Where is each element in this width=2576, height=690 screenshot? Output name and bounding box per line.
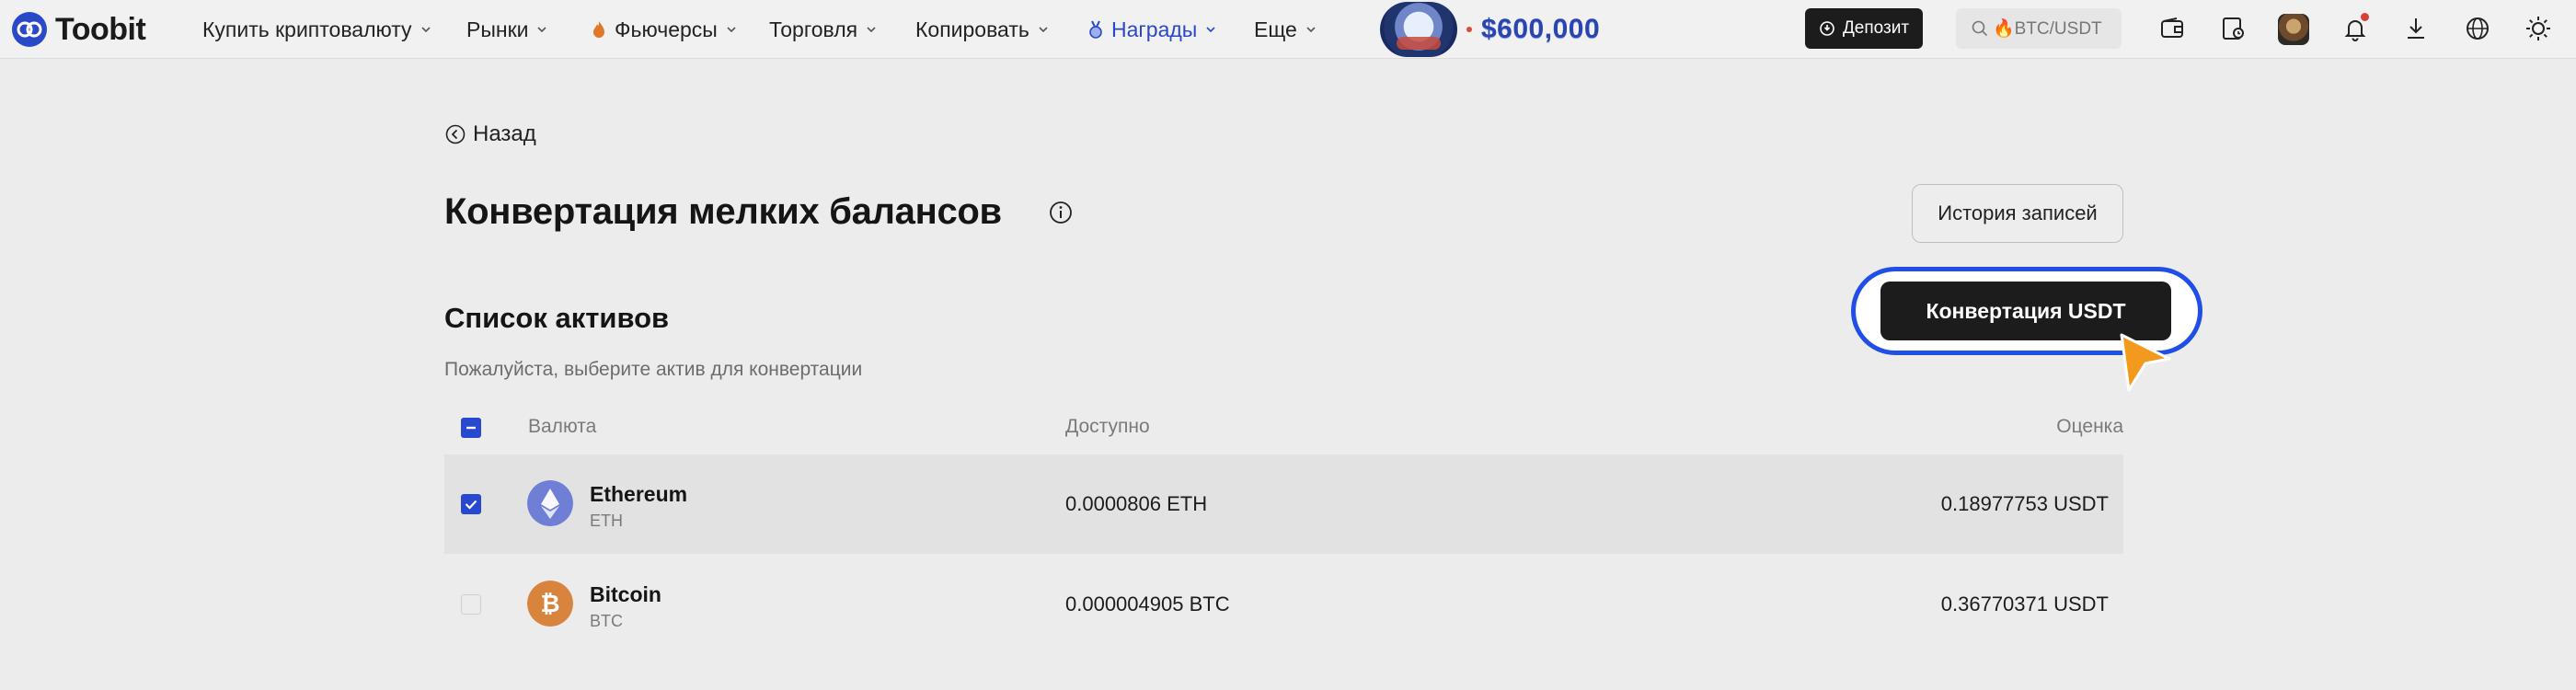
download-icon[interactable] [2400,13,2432,44]
table-row[interactable]: Ethereum ETH 0.0000806 ETH 0.18977753 US… [444,454,2123,554]
nav-copy[interactable]: Копировать [915,17,1050,42]
notification-dot [2361,13,2369,21]
history-records-button[interactable]: История записей [1912,184,2123,243]
avatar[interactable] [2278,14,2309,45]
coin-symbol: ETH [590,512,623,530]
bitcoin-icon: ₿ [527,581,573,627]
deposit-label: Депозит [1842,18,1910,38]
nav-rewards-label: Награды [1111,17,1198,41]
toobit-logo-icon [12,12,47,47]
medal-icon [1089,20,1102,39]
nav-copy-label: Копировать [915,17,1029,41]
nav-more-label: Еще [1254,17,1297,41]
nav-more[interactable]: Еще [1254,17,1317,42]
promo-mascot-image [1380,2,1457,57]
orders-icon[interactable] [2217,13,2248,44]
indeterminate-dash-icon [466,426,476,430]
checkmark-icon [465,500,477,510]
nav-markets-label: Рынки [466,17,529,41]
page-title: Конвертация мелких балансов [444,191,1002,232]
pointer-cursor-icon [2120,333,2171,392]
row-checkbox[interactable] [461,494,481,514]
svg-text:₿: ₿ [540,591,559,618]
deposit-icon [1820,21,1834,36]
convert-usdt-button[interactable]: Конвертация USDT [1880,282,2171,340]
search-placeholder: 🔥BTC/USDT [1993,19,2102,39]
chevron-down-icon [420,27,431,33]
coin-symbol: BTC [590,612,623,630]
search-icon [1972,20,1988,37]
futures-flame-icon [593,21,604,38]
coin-available: 0.000004905 BTC [1065,592,1230,615]
nav-futures[interactable]: Фьючерсы [589,17,738,42]
coin-name: Ethereum [590,482,688,506]
column-header-estimate: Оценка [2056,416,2123,437]
coin-estimate: 0.18977753 USDT [1940,492,2109,515]
row-checkbox[interactable] [461,594,481,615]
back-arrow-icon [445,124,466,144]
nav-buy-crypto[interactable]: Купить криптовалюту [202,17,432,42]
column-header-available: Доступно [1065,416,1150,437]
coin-available: 0.0000806 ETH [1065,492,1208,515]
chevron-down-icon [537,27,547,33]
back-link[interactable]: Назад [445,118,536,151]
column-header-currency: Валюта [528,416,597,437]
theme-sun-icon[interactable] [2523,13,2554,44]
promo-banner[interactable]: $600,000 [1380,2,1600,57]
promo-dot [1466,27,1472,32]
nav-trade[interactable]: Торговля [769,17,878,42]
back-label: Назад [473,121,536,146]
coin-estimate: 0.36770371 USDT [1940,592,2109,615]
logo-text: Toobit [55,11,146,47]
select-all-checkbox[interactable] [461,418,481,438]
wallet-icon[interactable] [2156,13,2188,44]
chevron-down-icon [1039,27,1048,33]
coin-name: Bitcoin [590,582,661,606]
top-navigation-bar: Toobit Купить криптовалюту Рынки Фьючерс… [0,0,2576,59]
info-icon[interactable] [1049,201,1073,224]
nav-buy-crypto-label: Купить криптовалюту [202,17,412,41]
select-asset-hint: Пожалуйста, выберите актив для конвертац… [444,359,863,380]
table-row[interactable]: ₿ Bitcoin BTC 0.000004905 BTC 0.36770371… [444,555,2123,654]
nav-rewards[interactable]: Награды [1086,17,1217,42]
promo-amount: $600,000 [1481,14,1601,44]
toobit-logo[interactable]: Toobit [11,11,146,48]
language-globe-icon[interactable] [2462,13,2493,44]
deposit-button[interactable]: Депозит [1805,8,1923,49]
chevron-down-icon [1306,27,1316,33]
ethereum-icon [527,480,573,526]
chevron-down-icon [867,27,876,33]
notification-bell-icon[interactable] [2340,13,2371,44]
chevron-down-icon [727,27,736,33]
nav-markets[interactable]: Рынки [466,17,548,42]
assets-list-title: Список активов [444,302,670,334]
chevron-down-icon [1206,27,1215,33]
search-input[interactable]: 🔥BTC/USDT [1956,8,2122,49]
nav-trade-label: Торговля [769,17,858,41]
nav-futures-label: Фьючерсы [615,17,718,41]
